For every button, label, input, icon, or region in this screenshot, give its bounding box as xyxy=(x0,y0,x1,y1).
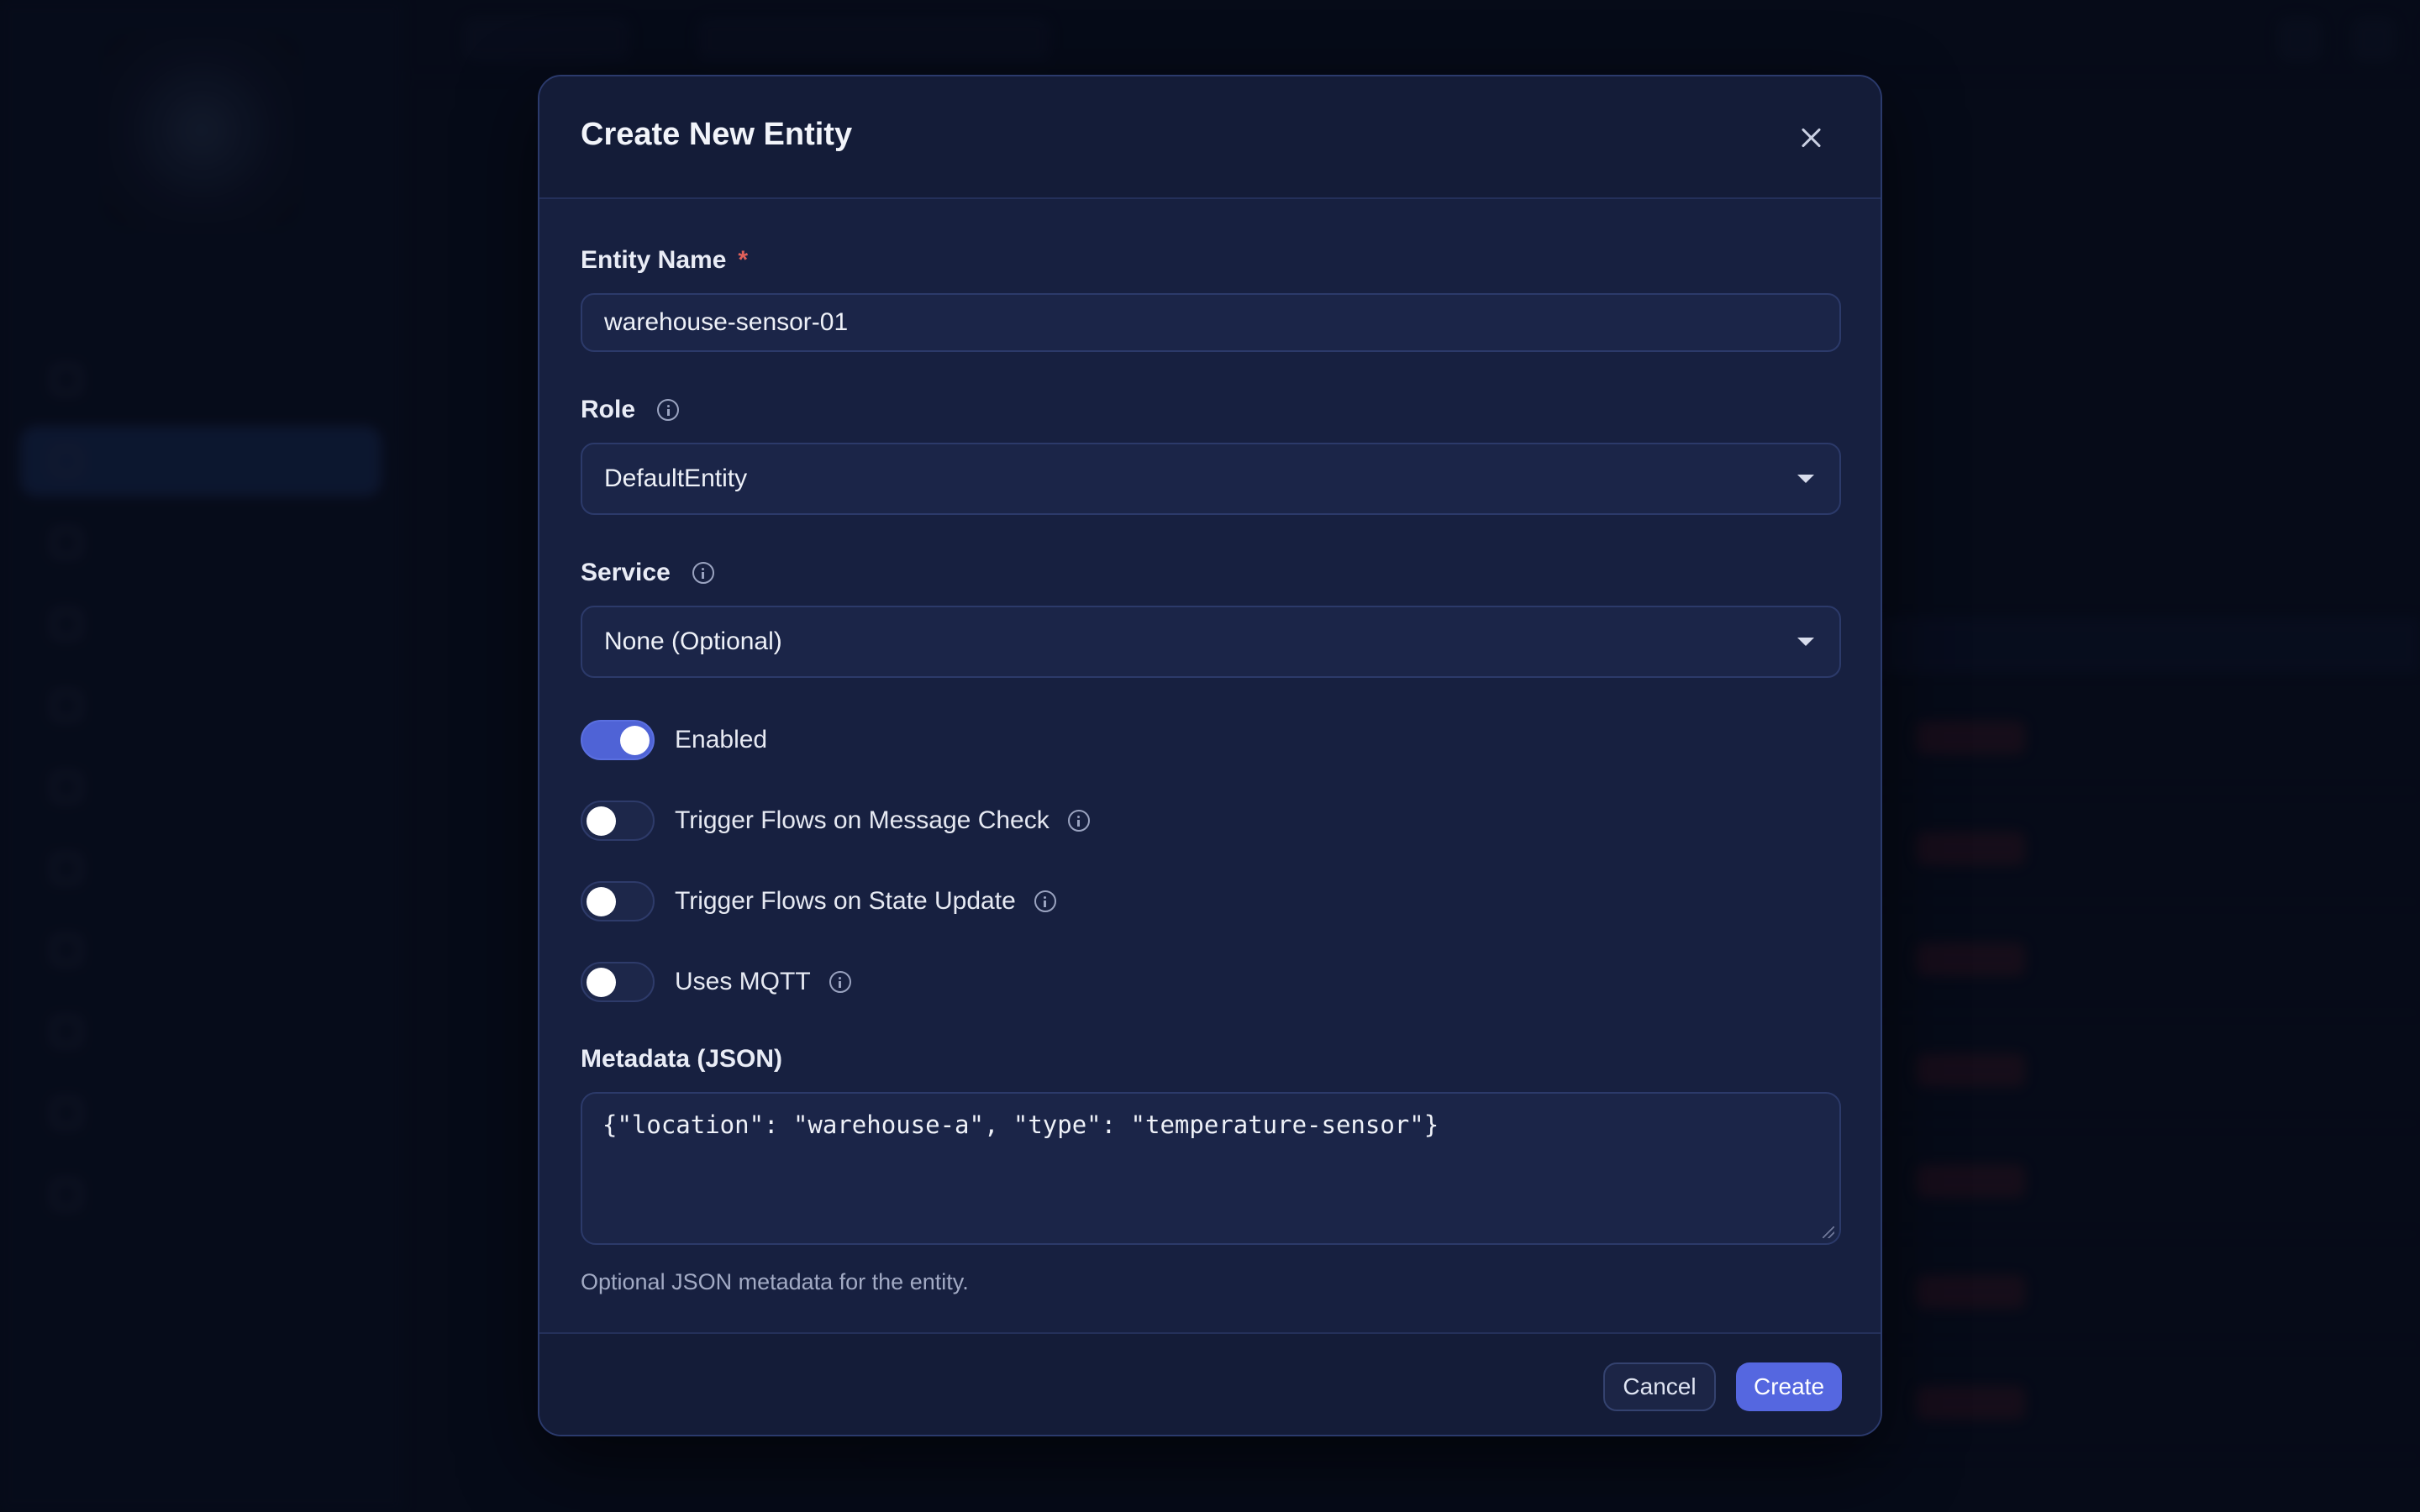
info-icon[interactable] xyxy=(657,399,680,421)
trigger-state-update-toggle[interactable] xyxy=(581,881,655,921)
service-label: Service xyxy=(581,559,714,587)
role-label-text: Role xyxy=(581,396,636,423)
trigger-message-check-toggle[interactable] xyxy=(581,801,655,841)
role-select[interactable]: DefaultEntity xyxy=(581,443,1841,515)
toggle-knob xyxy=(587,887,616,916)
toggle-knob xyxy=(620,726,650,755)
uses-mqtt-toggle[interactable] xyxy=(581,962,655,1002)
entity-name-input[interactable]: warehouse-sensor-01 xyxy=(581,293,1841,352)
uses-mqtt-row: Uses MQTT xyxy=(581,961,851,1003)
service-label-text: Service xyxy=(581,559,671,586)
entity-name-label: Entity Name * xyxy=(581,246,748,275)
role-selected-value: DefaultEntity xyxy=(604,465,748,492)
resize-handle[interactable] xyxy=(1823,1226,1834,1238)
info-icon[interactable] xyxy=(692,562,714,584)
trigger-message-check-row: Trigger Flows on Message Check xyxy=(581,800,1090,842)
info-icon[interactable] xyxy=(1034,890,1056,912)
chevron-down-icon xyxy=(1797,475,1814,483)
required-mark: * xyxy=(738,246,749,274)
enabled-toggle-row: Enabled xyxy=(581,719,767,761)
toggle-knob xyxy=(587,968,616,997)
modal-header: Create New Entity xyxy=(539,76,1881,199)
metadata-textarea[interactable]: {"location": "warehouse-a", "type": "tem… xyxy=(581,1092,1841,1245)
modal-footer: Cancel Create xyxy=(539,1332,1881,1435)
create-entity-modal: Create New Entity Entity Name * warehous… xyxy=(538,75,1882,1436)
service-select[interactable]: None (Optional) xyxy=(581,606,1841,678)
metadata-value: {"location": "warehouse-a", "type": "tem… xyxy=(602,1110,1439,1139)
close-icon[interactable] xyxy=(1793,120,1828,155)
enabled-toggle[interactable] xyxy=(581,720,655,760)
service-selected-value: None (Optional) xyxy=(604,627,782,655)
create-button[interactable]: Create xyxy=(1736,1362,1842,1411)
entity-name-value: warehouse-sensor-01 xyxy=(604,308,849,336)
chevron-down-icon xyxy=(1797,638,1814,646)
entity-name-label-text: Entity Name xyxy=(581,246,727,274)
metadata-helper-text: Optional JSON metadata for the entity. xyxy=(581,1269,969,1294)
metadata-label-text: Metadata (JSON) xyxy=(581,1045,783,1073)
trigger-state-update-label: Trigger Flows on State Update xyxy=(675,887,1016,915)
enabled-label: Enabled xyxy=(675,726,768,753)
info-icon[interactable] xyxy=(1067,810,1090,832)
toggle-knob xyxy=(587,806,616,836)
modal-title: Create New Entity xyxy=(581,117,853,152)
info-icon[interactable] xyxy=(829,971,851,993)
uses-mqtt-label: Uses MQTT xyxy=(675,968,811,995)
trigger-state-update-row: Trigger Flows on State Update xyxy=(581,880,1056,922)
cancel-button[interactable]: Cancel xyxy=(1603,1362,1716,1411)
metadata-label: Metadata (JSON) xyxy=(581,1045,782,1074)
role-label: Role xyxy=(581,396,680,424)
trigger-message-check-label: Trigger Flows on Message Check xyxy=(675,806,1050,834)
